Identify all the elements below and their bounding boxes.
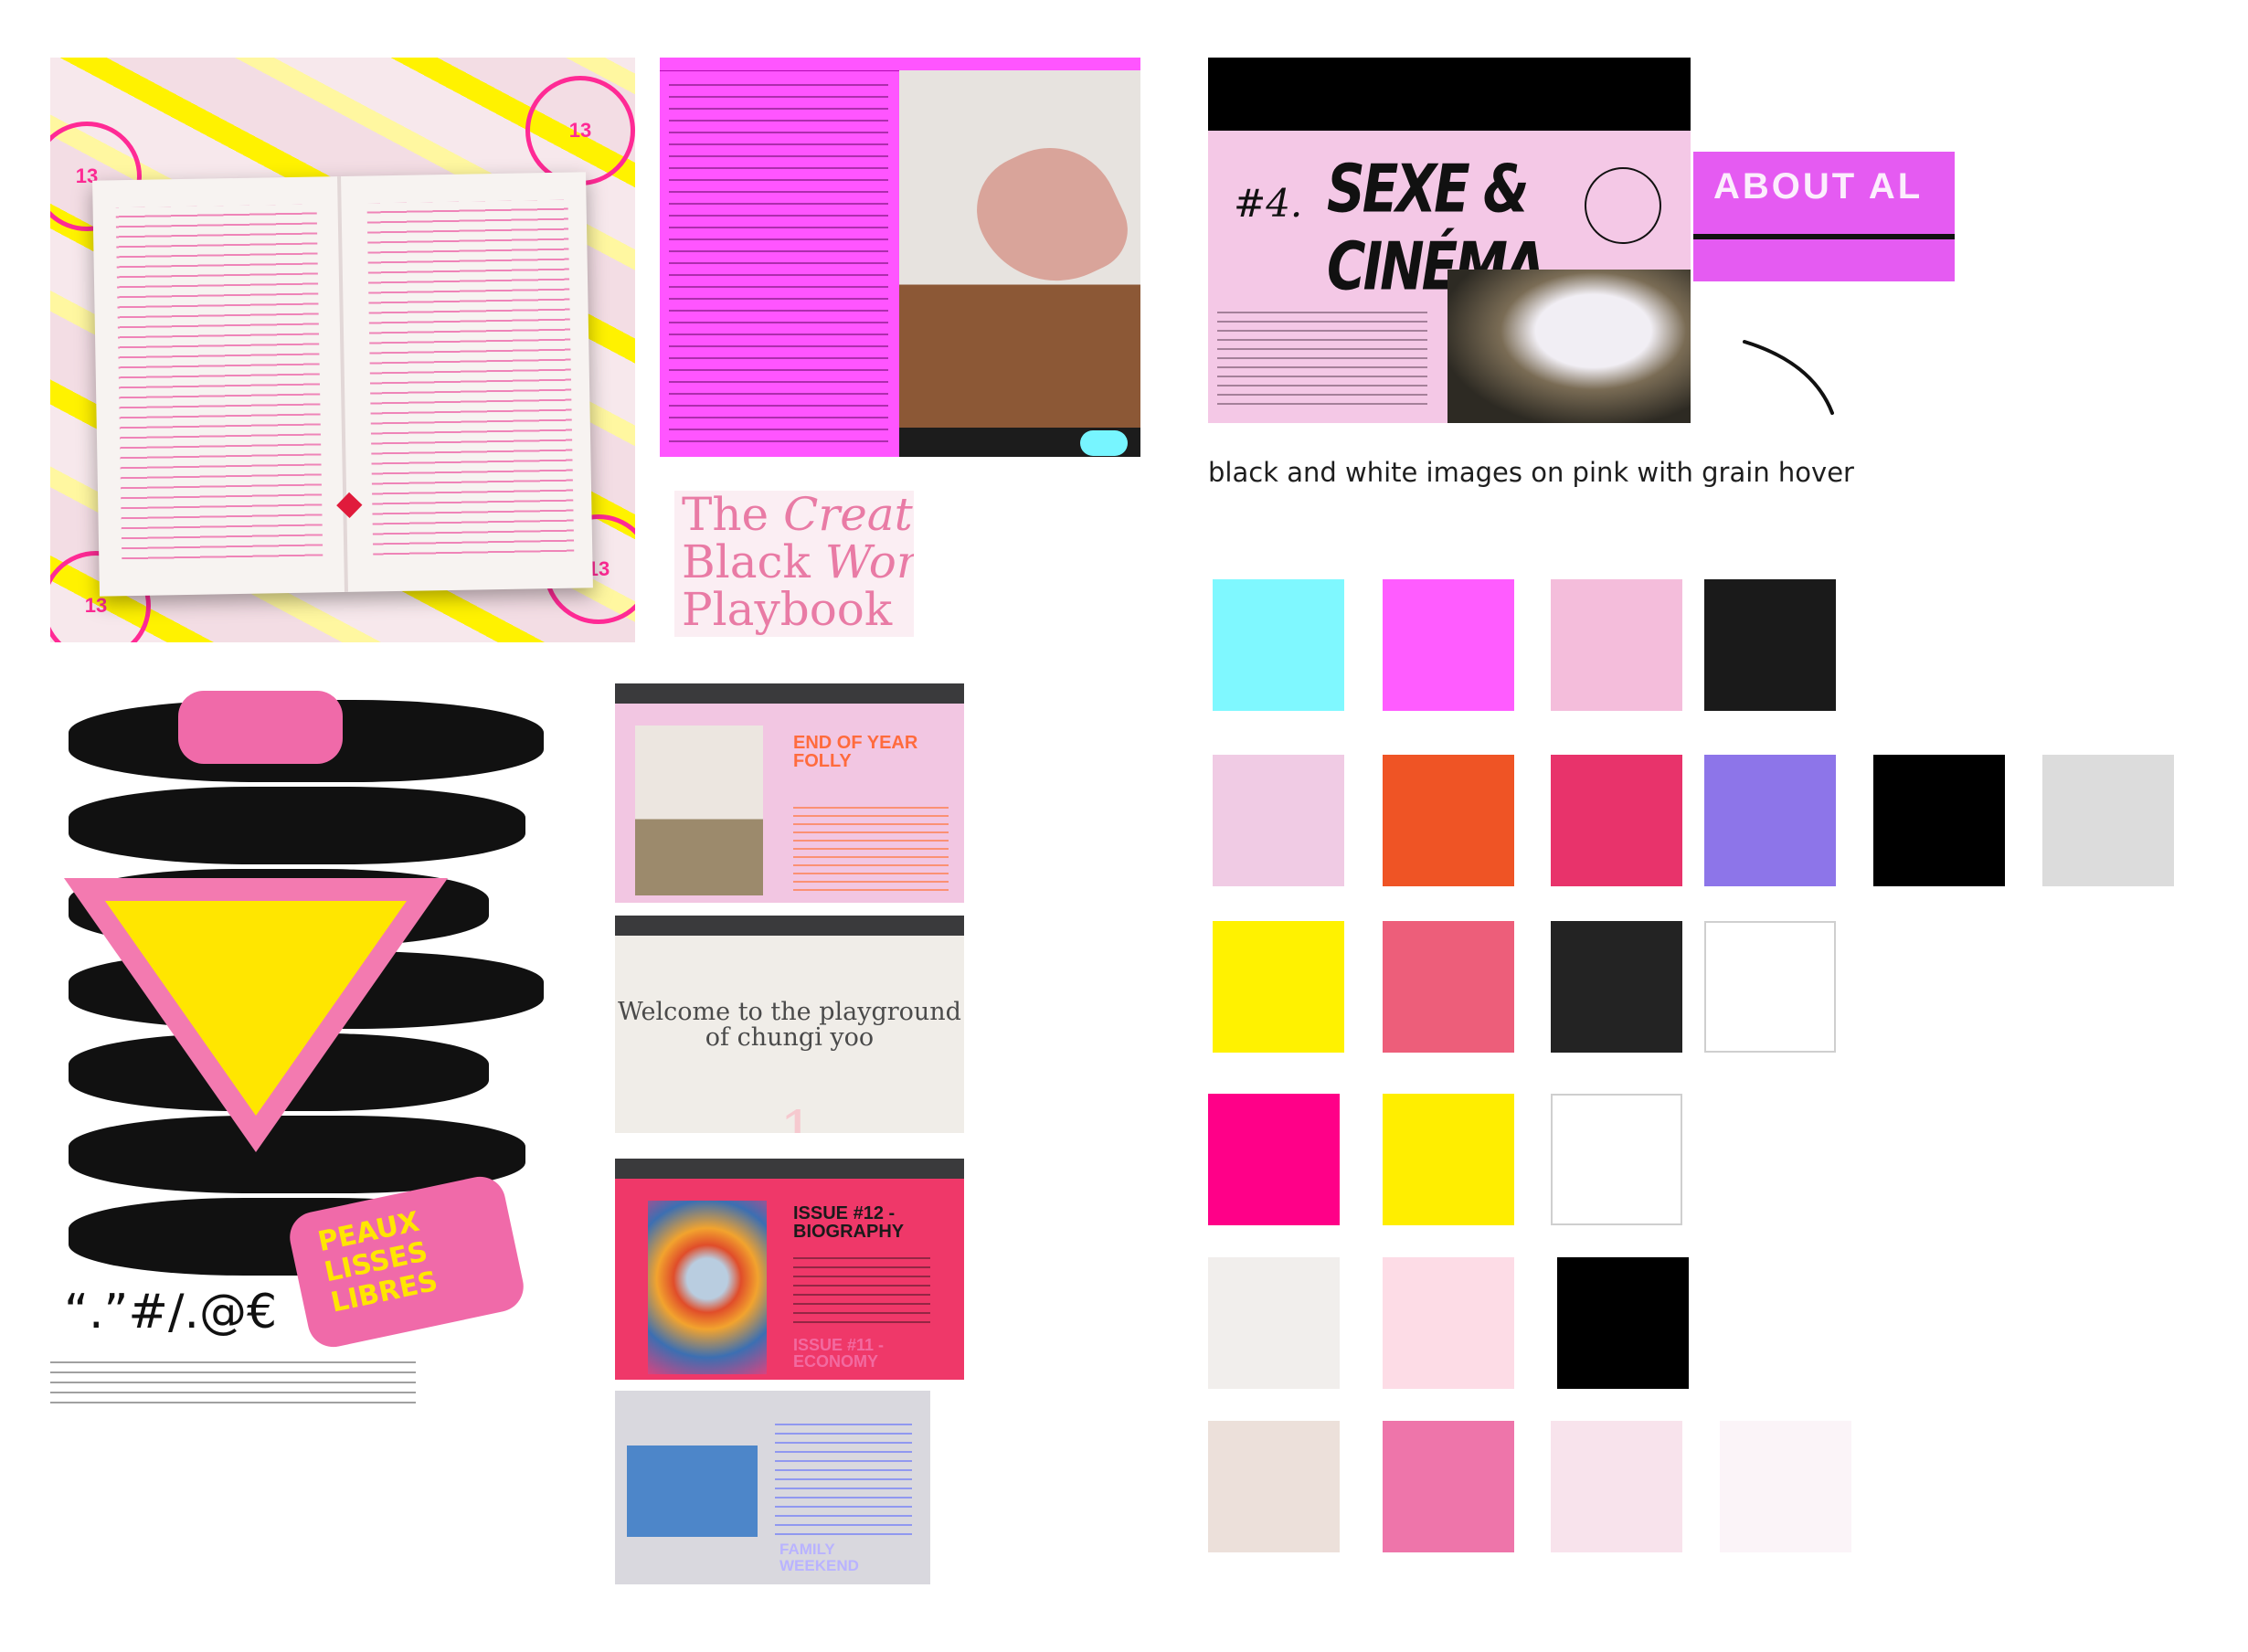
heart-icon — [336, 492, 363, 519]
bio-paragraphs — [669, 74, 888, 444]
seated-person — [959, 125, 1140, 308]
issue-number: #4. — [1234, 181, 1303, 226]
color-swatch — [1704, 579, 1836, 711]
family-website-screenshot: FAMILY WEEKEND — [615, 1391, 930, 1584]
folly-text — [793, 800, 949, 892]
browser-chrome — [615, 1159, 964, 1179]
welcome-heading: Welcome to the playground of chungi yoo — [618, 998, 961, 1052]
pink-sticker — [178, 691, 343, 764]
color-swatch — [1551, 1094, 1682, 1225]
about-label: ABOUT AL — [1713, 166, 1924, 206]
color-swatch — [1213, 755, 1344, 886]
color-swatch — [1383, 921, 1514, 1053]
color-swatch — [1213, 579, 1344, 711]
issue-website-screenshot: ISSUE #12 - BIOGRAPHY ISSUE #11 - ECONOM… — [615, 1159, 964, 1380]
color-swatch — [1551, 1421, 1682, 1552]
color-swatch — [1704, 921, 1836, 1053]
color-swatch — [1213, 921, 1344, 1053]
issue-heading: ISSUE #12 - BIOGRAPHY — [793, 1203, 905, 1242]
color-swatch — [1383, 1094, 1514, 1225]
browser-chrome — [615, 683, 964, 704]
color-swatch — [1551, 921, 1682, 1053]
playbook-line-2: Black Wom — [682, 535, 914, 588]
portrait-photo — [899, 70, 1140, 439]
zine-gutter — [337, 175, 348, 593]
browser-chrome — [615, 916, 964, 936]
color-swatch — [1551, 755, 1682, 886]
color-swatch — [1383, 1257, 1514, 1389]
poster-credit-text — [50, 1353, 416, 1404]
cinema-website-screenshot: #4. SEXE & CINÉMA — [1208, 58, 1691, 423]
color-swatch — [1208, 1094, 1340, 1225]
background-numeral: 1 — [779, 1098, 816, 1133]
family-text — [775, 1416, 912, 1535]
folly-heading: END OF YEAR FOLLY — [793, 733, 918, 771]
zine-stamp: 13 — [525, 76, 635, 185]
color-swatch — [1383, 579, 1514, 711]
playbook-line-3: Playbook — [682, 583, 893, 636]
circular-badge-icon — [1585, 167, 1661, 244]
folly-photo — [635, 725, 763, 895]
family-subheading: FAMILY WEEKEND — [779, 1541, 859, 1574]
issue-cover-art — [648, 1201, 767, 1374]
issue-subheading: ISSUE #11 - ECONOMY — [793, 1336, 885, 1371]
color-swatch — [1873, 755, 2005, 886]
yellow-triangle — [105, 901, 407, 1116]
glyph-row — [69, 787, 525, 864]
arrow-stroke-icon — [1743, 340, 1834, 415]
site-top-nav — [660, 58, 1140, 71]
film-still — [1447, 270, 1691, 423]
color-swatch — [1720, 1421, 1851, 1552]
poster-glyph-row: “.”#/.@€ — [64, 1285, 278, 1340]
typeface-poster: PEAUX LISSES LIBRES “.”#/.@€ — [50, 682, 567, 1411]
playbook-line-1: The Creati — [682, 491, 914, 541]
moodboard-caption: black and white images on pink with grai… — [1208, 457, 1854, 488]
color-swatch — [1208, 1421, 1340, 1552]
color-swatch — [1208, 1257, 1340, 1389]
color-swatch — [1383, 1421, 1514, 1552]
color-swatch — [1383, 755, 1514, 886]
color-swatch — [1704, 755, 1836, 886]
chungi-website-screenshot: 1 Welcome to the playground of chungi yo… — [615, 916, 964, 1133]
zine-photo: 13 13 13 13 — [50, 58, 635, 642]
zine-left-page-text — [115, 204, 323, 565]
color-swatch — [1551, 579, 1682, 711]
playbook-type-sample: The Creati Black Wom Playbook — [674, 491, 914, 637]
family-photo — [627, 1446, 758, 1537]
bio-website-screenshot — [660, 58, 1140, 457]
cyan-pill-button — [1080, 430, 1128, 456]
cinema-body-text — [1217, 304, 1427, 409]
issue-text — [793, 1250, 930, 1323]
about-rule — [1693, 234, 1955, 239]
zine-open-spread — [92, 172, 593, 597]
folly-website-screenshot: END OF YEAR FOLLY — [615, 683, 964, 903]
color-swatch — [1557, 1257, 1689, 1389]
about-banner: ABOUT AL — [1693, 152, 1955, 281]
color-swatch — [2042, 755, 2174, 886]
zine-right-page-text — [366, 199, 575, 560]
black-header-band — [1208, 58, 1691, 131]
